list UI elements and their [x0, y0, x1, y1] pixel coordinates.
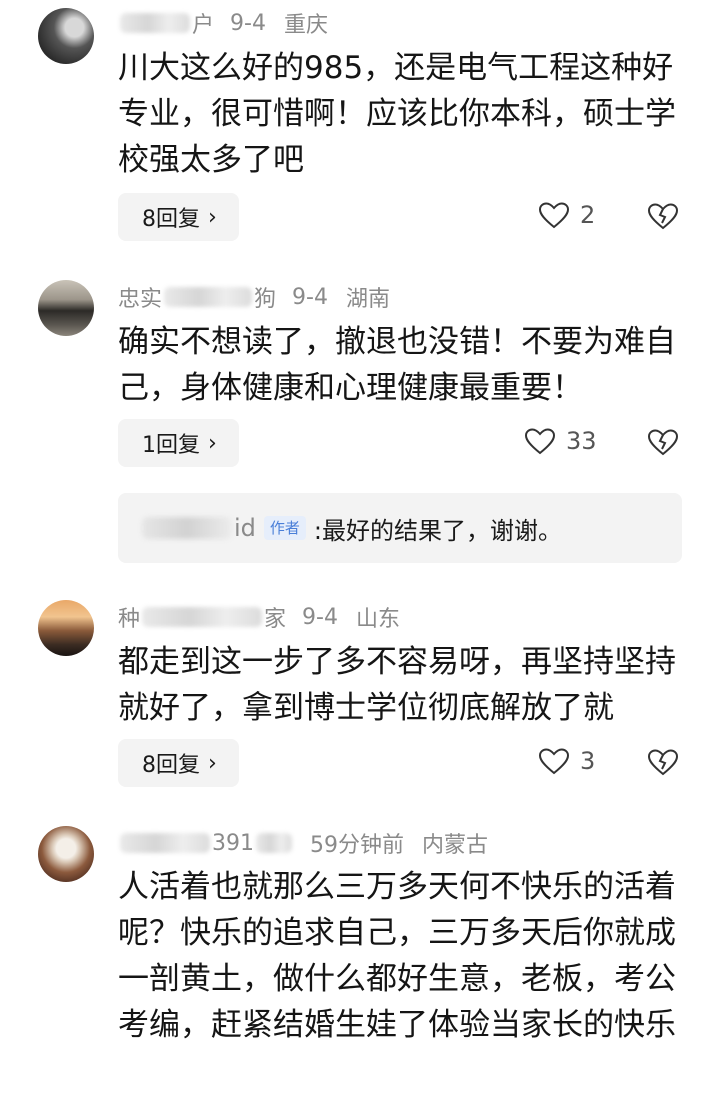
comment-meta: 391 59分钟前 内蒙古: [118, 828, 488, 858]
like-count: 33: [566, 427, 597, 455]
comment-meta: 忠实 狗 9-4 湖南: [118, 281, 390, 313]
comment-meta: 种 家 9-4 山东: [118, 601, 400, 633]
comment-meta: 户 9-4 重庆: [118, 8, 328, 38]
like-count: 2: [580, 201, 596, 229]
chevron-right-icon: ›: [208, 750, 217, 776]
comment-location: 山东: [355, 607, 400, 632]
author-badge: 作者: [263, 516, 306, 540]
username[interactable]: 391: [212, 831, 254, 856]
blurred-username: [120, 833, 210, 853]
like-button[interactable]: 2: [538, 201, 595, 229]
like-button[interactable]: 3: [538, 747, 595, 775]
chevron-right-icon: ›: [208, 204, 217, 230]
avatar[interactable]: [38, 280, 94, 336]
reply-text: :最好的结果了，谢谢。: [313, 516, 563, 545]
blurred-username: [120, 13, 190, 33]
blurred-username: [142, 517, 232, 539]
username[interactable]: 忠实: [118, 281, 162, 313]
comment-date: 9-4: [230, 10, 266, 36]
reply-username[interactable]: id: [234, 514, 256, 542]
username[interactable]: 户: [192, 7, 214, 39]
comment-text: 川大这么好的985，还是电气工程这种好专业，很可惜啊！应该比你本科，硕士学校强太…: [118, 50, 676, 178]
like-count: 3: [580, 747, 596, 775]
comment-text: 人活着也就那么三万多天何不快乐的活着呢？快乐的追求自己，三万多天后你就成一剖黄土…: [118, 869, 676, 1043]
view-replies-button[interactable]: 1回复 ›: [118, 419, 239, 467]
comment-location: 湖南: [345, 287, 390, 312]
broken-heart-icon[interactable]: [647, 747, 679, 777]
username-suffix: 狗: [254, 287, 277, 312]
heart-icon: [524, 428, 556, 455]
comment-location: 内蒙古: [422, 833, 489, 858]
replies-label: 8回复: [142, 207, 200, 232]
replies-label: 1回复: [142, 433, 200, 458]
broken-heart-icon[interactable]: [647, 427, 679, 457]
author-reply[interactable]: id 作者 :最好的结果了，谢谢。: [118, 493, 682, 563]
blurred-username: [164, 287, 253, 307]
comment-location: 重庆: [283, 13, 328, 38]
heart-icon: [538, 748, 570, 775]
broken-heart-icon[interactable]: [647, 201, 679, 231]
blurred-username: [256, 833, 292, 853]
chevron-right-icon: ›: [208, 430, 217, 456]
username-suffix: 家: [264, 607, 287, 632]
username[interactable]: 种: [118, 601, 140, 633]
comment-text: 都走到这一步了多不容易呀，再坚持坚持就好了，拿到博士学位彻底解放了就: [118, 644, 676, 726]
comment-text: 确实不想读了，撤退也没错！不要为难自己，身体健康和心理健康最重要！: [118, 324, 676, 406]
comment-date: 59分钟前: [310, 833, 404, 858]
blurred-username: [142, 607, 263, 627]
replies-label: 8回复: [142, 753, 200, 778]
like-button[interactable]: 33: [524, 427, 597, 455]
view-replies-button[interactable]: 8回复 ›: [118, 739, 239, 787]
avatar[interactable]: [38, 8, 94, 64]
view-replies-button[interactable]: 8回复 ›: [118, 193, 239, 241]
avatar[interactable]: [38, 600, 94, 656]
comment-date: 9-4: [302, 604, 338, 630]
avatar[interactable]: [38, 826, 94, 882]
comment-date: 9-4: [292, 284, 328, 310]
heart-icon: [538, 202, 570, 229]
